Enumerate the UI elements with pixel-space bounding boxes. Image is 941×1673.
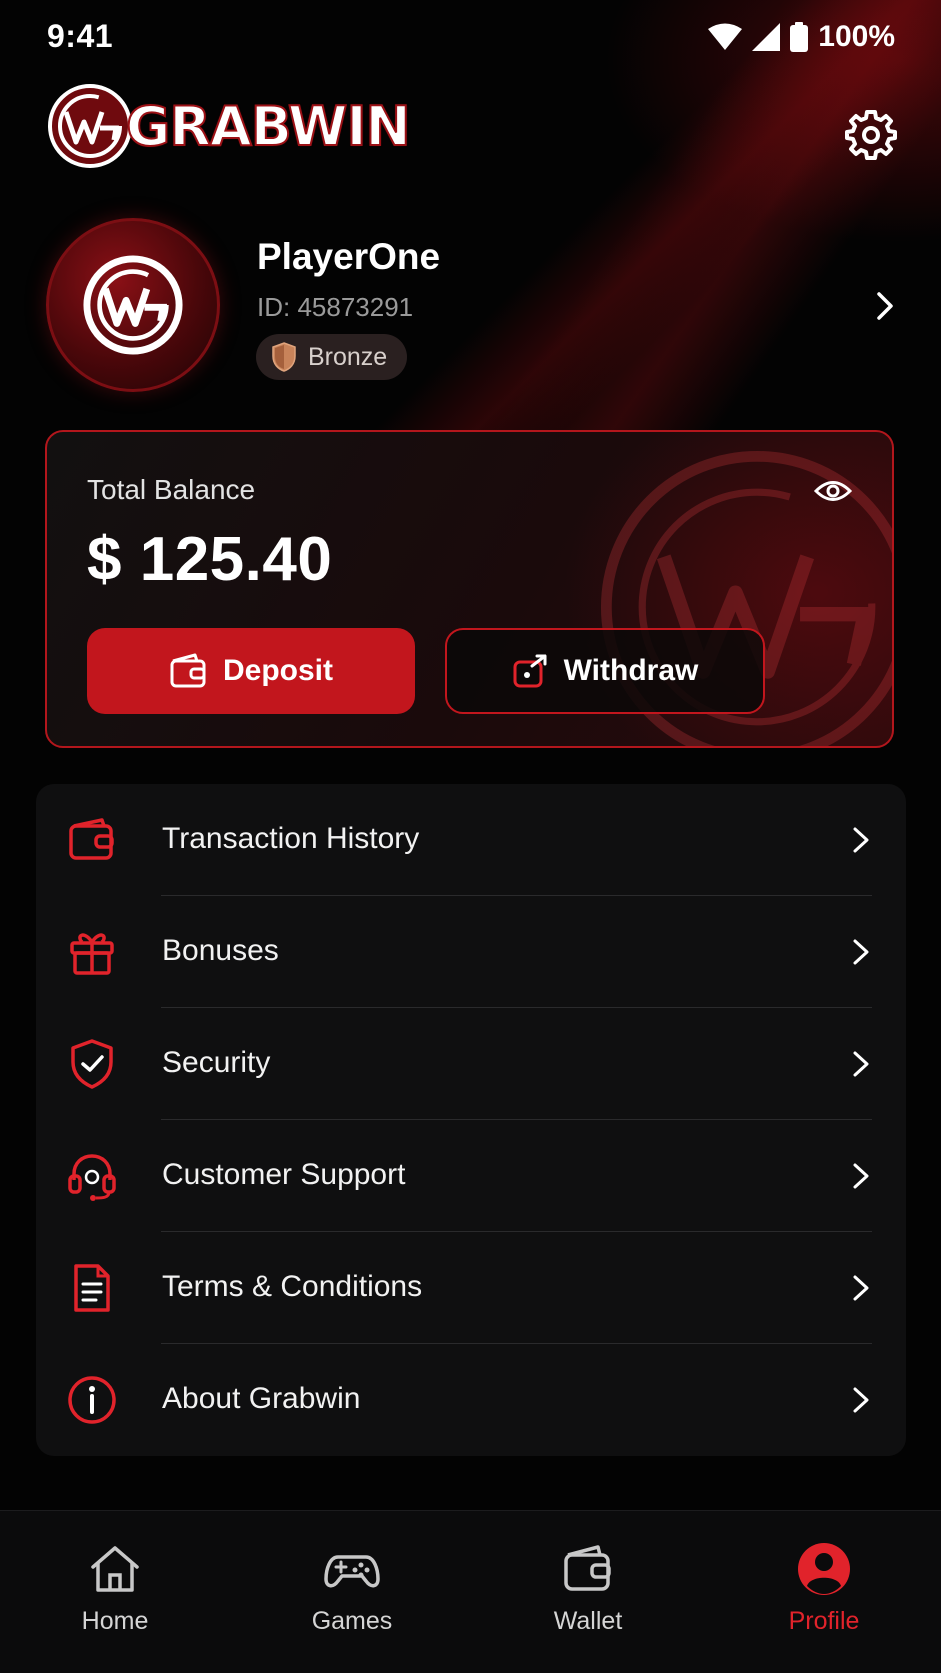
tab-home[interactable]: Home xyxy=(30,1541,200,1636)
menu-item-about[interactable]: About Grabwin xyxy=(36,1344,906,1456)
signal-icon xyxy=(752,23,781,51)
menu-item-terms-conditions[interactable]: Terms & Conditions xyxy=(36,1232,906,1344)
brand-name: GRABWIN xyxy=(125,94,412,159)
logo-wg-icon xyxy=(83,255,183,355)
chevron-right-icon xyxy=(853,939,869,965)
brand-logo: GRABWIN xyxy=(44,80,412,172)
settings-gear-icon[interactable] xyxy=(845,108,897,160)
shield-check-icon xyxy=(71,1039,113,1089)
menu-item-label: Bonuses xyxy=(162,934,279,967)
chevron-right-icon xyxy=(853,1163,869,1189)
tier-badge: Bronze xyxy=(256,334,408,380)
chevron-right-icon[interactable] xyxy=(873,290,897,322)
status-time: 9:41 xyxy=(47,18,114,54)
tab-label: Games xyxy=(311,1607,393,1635)
tab-games[interactable]: Games xyxy=(267,1541,437,1636)
wifi-icon xyxy=(708,23,743,50)
status-icons: 100% xyxy=(708,20,895,54)
gift-icon xyxy=(70,933,114,975)
status-bar: 9:41 100% xyxy=(0,0,941,76)
tab-profile[interactable]: Profile xyxy=(739,1541,909,1636)
withdraw-icon xyxy=(513,654,547,688)
headset-icon xyxy=(68,1154,116,1201)
menu-item-label: Terms & Conditions xyxy=(162,1270,423,1303)
document-icon xyxy=(74,1264,110,1312)
tab-wallet[interactable]: Wallet xyxy=(503,1541,673,1636)
wallet-icon xyxy=(69,818,114,860)
info-icon xyxy=(68,1376,116,1424)
menu-item-transaction-history[interactable]: Transaction History xyxy=(36,784,906,896)
settings-menu: Transaction History Bonuses Security Cus… xyxy=(36,784,906,1456)
wallet-icon xyxy=(564,1545,611,1591)
profile-icon xyxy=(798,1543,850,1595)
tab-label: Home xyxy=(81,1607,149,1635)
battery-percent: 100% xyxy=(818,20,895,53)
home-icon xyxy=(91,1546,139,1592)
menu-item-label: Security xyxy=(162,1046,271,1079)
logo-wg-icon xyxy=(48,84,132,168)
withdraw-label: Withdraw xyxy=(563,654,699,687)
balance-label: Total Balance xyxy=(87,474,256,505)
withdraw-button[interactable]: Withdraw xyxy=(445,628,765,714)
tab-label: Wallet xyxy=(553,1607,623,1635)
menu-item-customer-support[interactable]: Customer Support xyxy=(36,1120,906,1232)
username: PlayerOne xyxy=(257,236,441,277)
menu-item-label: Customer Support xyxy=(162,1158,406,1191)
chevron-right-icon xyxy=(853,1051,869,1077)
balance-amount: $ 125.40 xyxy=(87,525,333,594)
avatar[interactable] xyxy=(46,218,220,392)
menu-item-bonuses[interactable]: Bonuses xyxy=(36,896,906,1008)
chevron-right-icon xyxy=(853,1275,869,1301)
eye-icon[interactable] xyxy=(814,476,852,506)
tier-label: Bronze xyxy=(308,342,388,371)
menu-item-security[interactable]: Security xyxy=(36,1008,906,1120)
bottom-nav: Home Games Wallet Profile xyxy=(0,1510,941,1673)
gamepad-icon xyxy=(324,1555,380,1588)
chevron-right-icon xyxy=(853,827,869,853)
deposit-button[interactable]: Deposit xyxy=(87,628,415,714)
bronze-shield-icon xyxy=(272,342,296,372)
user-id: ID: 45873291 xyxy=(257,292,414,322)
menu-item-label: Transaction History xyxy=(162,822,420,855)
deposit-label: Deposit xyxy=(222,654,333,687)
chevron-right-icon xyxy=(853,1387,869,1413)
balance-card: Total Balance $ 125.40 Deposit Withdraw xyxy=(45,430,894,748)
battery-icon xyxy=(790,22,809,52)
wallet-icon xyxy=(170,653,206,688)
tab-label: Profile xyxy=(788,1607,860,1635)
menu-item-label: About Grabwin xyxy=(162,1382,361,1415)
